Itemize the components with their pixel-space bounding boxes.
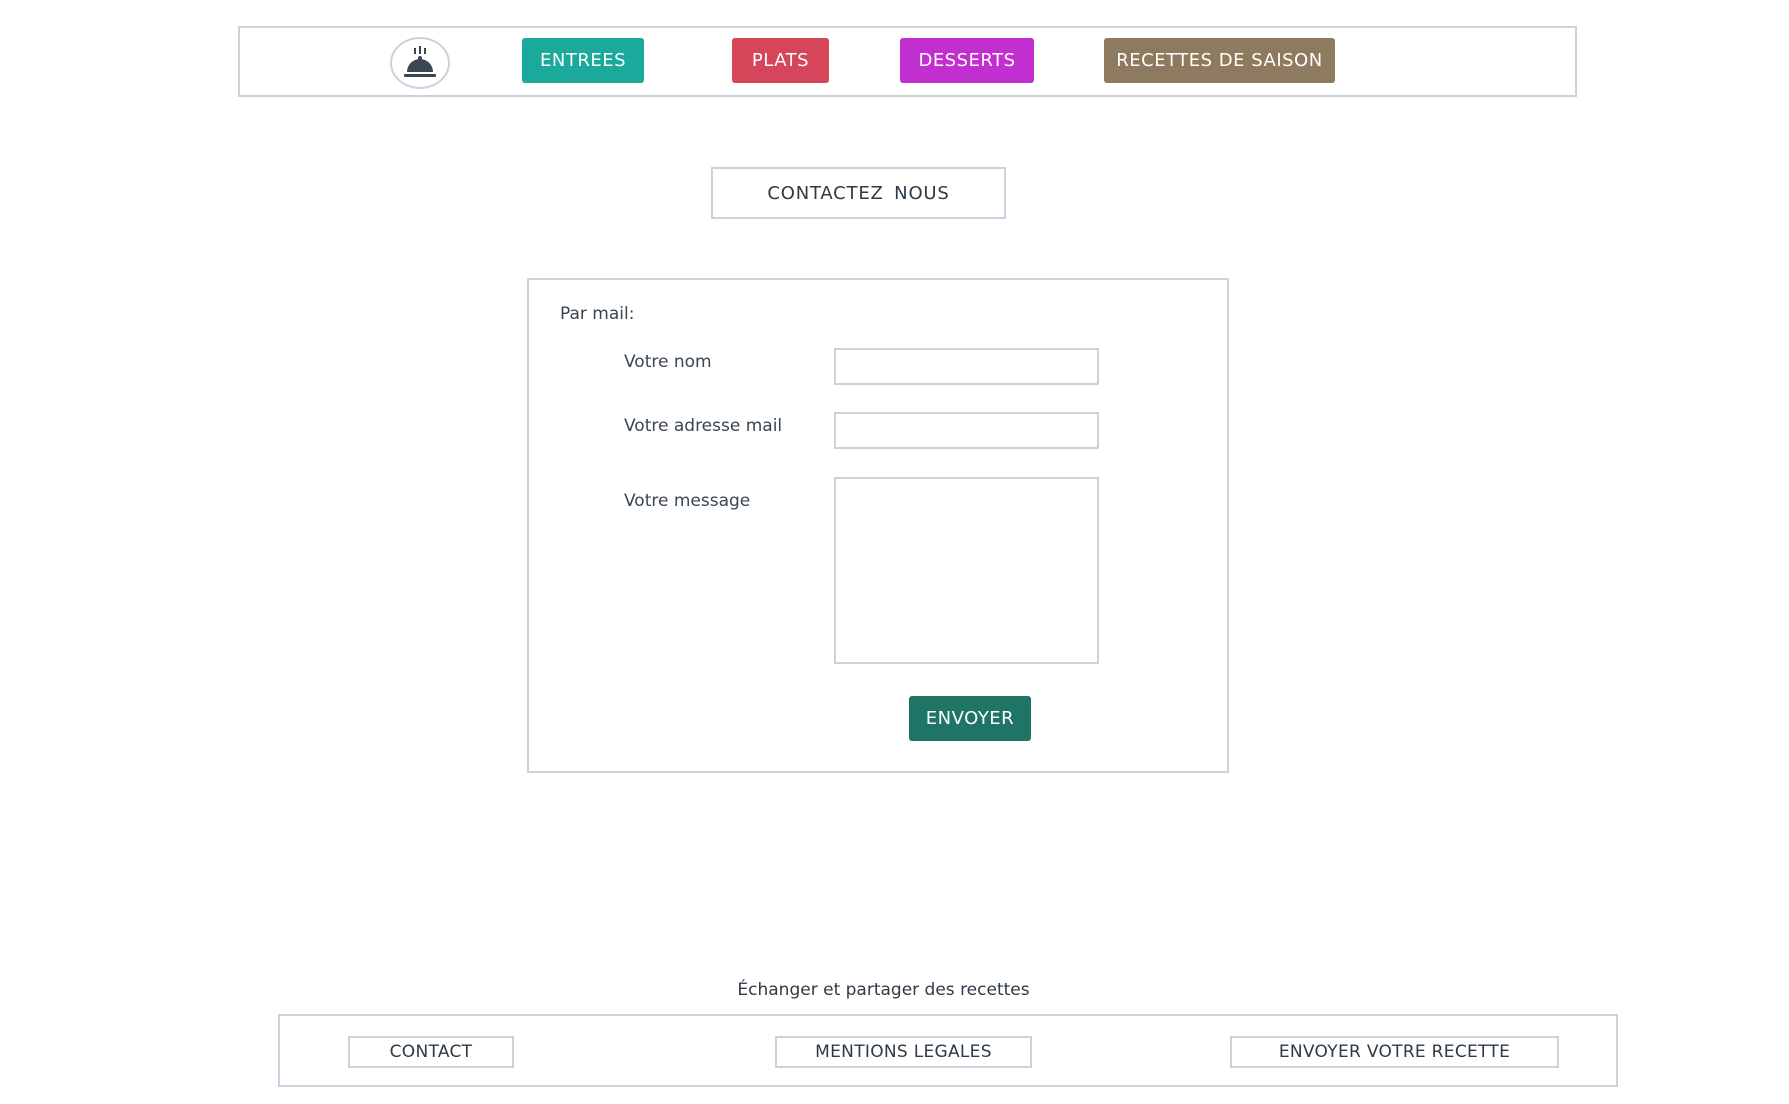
serving-cloche-icon — [404, 46, 436, 77]
footer-mentions-legales-link[interactable]: MENTIONS LEGALES — [775, 1036, 1032, 1068]
contact-form: Par mail: Votre nom Votre adresse mail V… — [527, 278, 1229, 773]
page-title: CONTACTEZ NOUS — [711, 167, 1006, 219]
name-input[interactable] — [834, 348, 1099, 385]
footer-bar: CONTACT MENTIONS LEGALES ENVOYER VOTRE R… — [278, 1014, 1618, 1087]
section-label-par-mail: Par mail: — [560, 304, 635, 324]
nav-entrees-button[interactable]: ENTREES — [522, 38, 644, 83]
nav-recettes-de-saison-button[interactable]: RECETTES DE SAISON — [1104, 38, 1335, 83]
name-label: Votre nom — [624, 352, 712, 372]
footer-contact-link[interactable]: CONTACT — [348, 1036, 514, 1068]
nav-plats-button[interactable]: PLATS — [732, 38, 829, 83]
site-logo[interactable] — [390, 37, 450, 89]
footer-envoyer-recette-link[interactable]: ENVOYER VOTRE RECETTE — [1230, 1036, 1559, 1068]
top-navigation-bar: ENTREES PLATS DESSERTS RECETTES DE SAISO… — [238, 26, 1577, 97]
message-textarea[interactable] — [834, 477, 1099, 664]
email-label: Votre adresse mail — [624, 416, 783, 436]
message-label: Votre message — [624, 491, 751, 511]
footer-tagline: Échanger et partager des recettes — [737, 980, 1030, 1000]
nav-desserts-button[interactable]: DESSERTS — [900, 38, 1034, 83]
email-input[interactable] — [834, 412, 1099, 449]
send-button[interactable]: ENVOYER — [909, 696, 1031, 741]
